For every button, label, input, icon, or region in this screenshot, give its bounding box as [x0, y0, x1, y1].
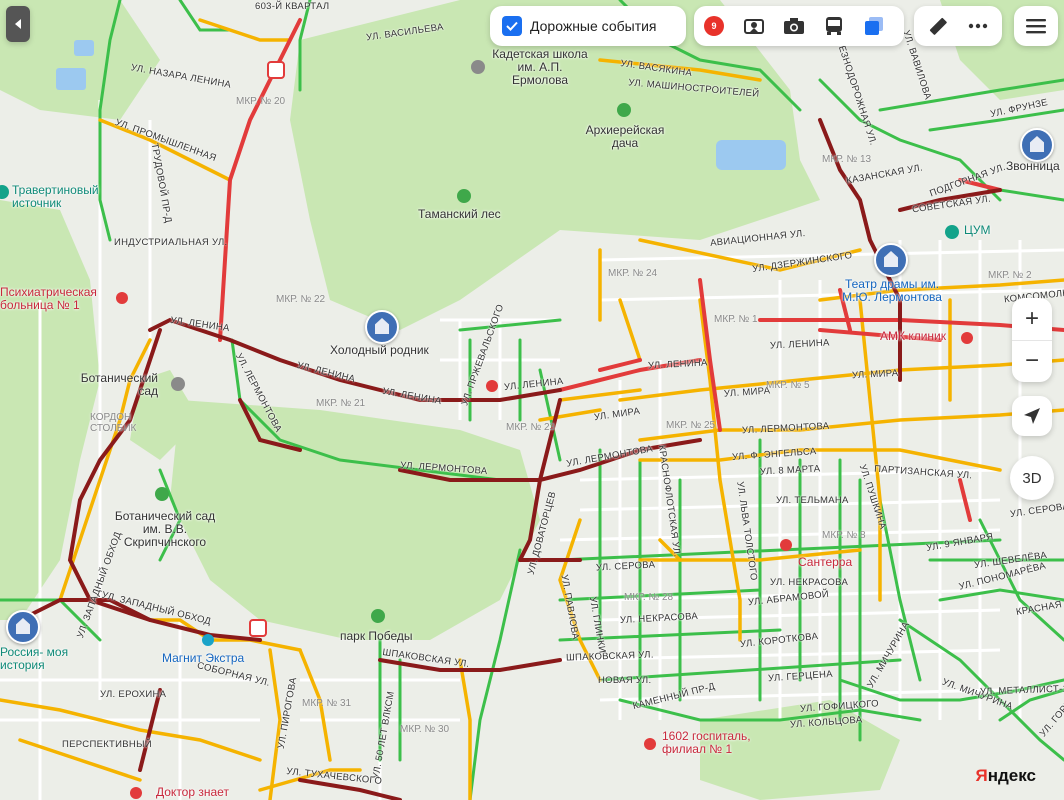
check-icon	[506, 21, 518, 31]
kholodny-rodnik-photo-pin[interactable]	[365, 310, 399, 344]
museum-marker	[171, 377, 185, 391]
pond-2	[56, 68, 86, 90]
teatr-photo-pin[interactable]	[874, 243, 908, 277]
mode-3d-button[interactable]: 3D	[1010, 456, 1054, 500]
park-marker-4	[155, 487, 169, 501]
zoom-in-button[interactable]: +	[1012, 298, 1052, 341]
district-label: МКР. № 8	[822, 530, 866, 541]
ruler-icon[interactable]	[918, 6, 958, 46]
poi-botanichesky-sad[interactable]: Ботанический сад	[78, 371, 158, 398]
park-marker	[457, 189, 471, 203]
menu-button[interactable]	[1014, 6, 1058, 46]
hospital-marker-4	[961, 332, 973, 344]
district-label: МКР. № 28	[624, 592, 674, 603]
rossiya-photo-pin[interactable]	[6, 610, 40, 644]
transit-icon[interactable]	[814, 6, 854, 46]
road-work-marker-2	[249, 619, 267, 637]
hospital-marker-5	[644, 738, 656, 750]
poi-tamansky-les[interactable]: Таманский лес	[418, 207, 501, 221]
poi-botanichesky-sad-skripchinskogo[interactable]: Ботанический сад им. В.В. Скрипчинского	[110, 509, 220, 550]
school-marker	[471, 60, 485, 74]
poi-tsum[interactable]: ЦУМ	[964, 223, 991, 237]
pond	[716, 140, 786, 170]
park-marker-3	[371, 609, 385, 623]
poi-park-pobedy[interactable]: парк Победы	[340, 629, 413, 643]
hospital-marker-6	[130, 787, 142, 799]
district-label: МКР. № 13	[822, 154, 872, 165]
poi-kordon: КОРДОН СТОЛБИК	[90, 412, 137, 434]
poi-rossiya-istoriya[interactable]: Россия- моя история	[0, 645, 70, 672]
menu-icon	[1026, 19, 1046, 34]
tools-toolbar	[914, 6, 1002, 46]
more-icon[interactable]	[958, 6, 998, 46]
photo-icon[interactable]	[774, 6, 814, 46]
district-label: МКР. № 22	[276, 294, 326, 305]
traffic-checkbox[interactable]	[502, 16, 522, 36]
yandex-logo: Яндекс	[975, 766, 1036, 785]
traffic-events-toggle[interactable]: Дорожные события	[490, 6, 686, 46]
street-label: ИНДУСТРИАЛЬНАЯ УЛ.	[114, 237, 228, 248]
district-label: МКР. № 30	[400, 724, 450, 735]
traffic-label: Дорожные события	[530, 18, 657, 34]
panorama-icon[interactable]	[734, 6, 774, 46]
poi-santerra[interactable]: Сантерра	[798, 555, 852, 569]
pond-3	[74, 40, 94, 56]
zoom-control: + −	[1012, 298, 1052, 382]
poi-kholodny-rodnik[interactable]: Холодный родник	[330, 343, 429, 357]
zoom-out-button[interactable]: −	[1012, 341, 1052, 383]
road-work-marker	[267, 61, 285, 79]
shop-marker	[945, 225, 959, 239]
zvonnitsa-photo-pin[interactable]	[1020, 128, 1054, 162]
district-label: МКР. № 23	[506, 422, 556, 433]
locate-button[interactable]	[1012, 396, 1052, 436]
hospital-marker-3	[780, 539, 792, 551]
district-label: МКР. № 31	[302, 698, 352, 709]
poi-travertinovy[interactable]: Травертиновый источник	[12, 183, 122, 210]
street-label: 603-Й КВАРТАЛ	[255, 1, 330, 12]
park-marker-2	[617, 103, 631, 117]
pharmacy-marker	[202, 634, 214, 646]
district-label: МКР. № 25	[666, 420, 716, 431]
district-label: МКР. № 21	[316, 398, 366, 409]
district-label: МКР. № 5	[766, 380, 810, 391]
poi-gospital[interactable]: 1602 госпиталь, филиал № 1	[662, 729, 772, 756]
district-label: МКР. № 20	[236, 96, 286, 107]
locate-icon	[1024, 408, 1040, 424]
layers-icon[interactable]	[854, 6, 894, 46]
back-icon	[15, 19, 21, 29]
poi-amk[interactable]: АМК клиник	[880, 329, 946, 343]
poi-kadet-school[interactable]: Кадетская школа им. А.П. Ермолова	[490, 47, 590, 88]
city-map[interactable]	[0, 0, 1064, 800]
district-label: МКР. № 1	[714, 314, 758, 325]
street-label: УЛ. НЕКРАСОВА	[770, 577, 849, 588]
hospital-marker	[116, 292, 128, 304]
poi-magnit[interactable]: Магнит Экстра	[162, 651, 244, 665]
district-label: МКР. № 24	[608, 268, 658, 279]
back-button[interactable]	[6, 6, 30, 42]
street-label: НОВАЯ УЛ.	[598, 675, 652, 686]
street-label: УЛ. ТЕЛЬМАНА	[776, 495, 849, 506]
poi-doktor[interactable]: Доктор знает	[156, 785, 229, 799]
poi-arkhiereyskaya[interactable]: Архиерейская дача	[578, 123, 672, 150]
street-label: УЛ. ЕРОХИНА	[100, 689, 167, 700]
hospital-marker-2	[486, 380, 498, 392]
district-label: МКР. № 2	[988, 270, 1032, 281]
street-label: ПЕРСПЕКТИВНЫЙ	[62, 739, 152, 750]
events-count-badge: 9	[704, 16, 724, 36]
poi-teatr[interactable]: Театр драмы им. М.Ю. Лермонтова	[832, 277, 952, 304]
traffic-events-icon[interactable]: 9	[694, 6, 734, 46]
poi-psychiatric[interactable]: Психиатрическая больница № 1	[0, 285, 114, 312]
layers-toolbar: 9	[694, 6, 904, 46]
poi-zvonnitsa[interactable]: Звонница	[1006, 159, 1060, 173]
